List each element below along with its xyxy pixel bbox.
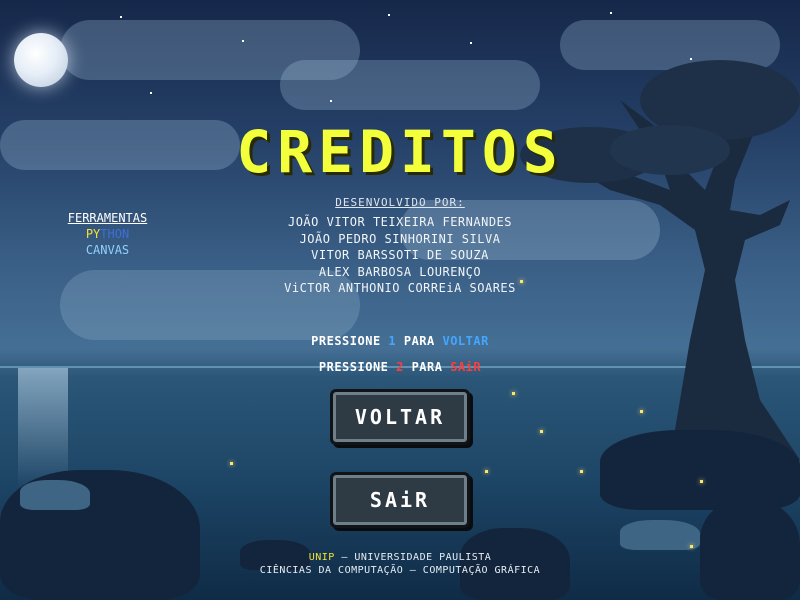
star	[470, 42, 472, 44]
moon-reflection	[18, 368, 68, 488]
star	[388, 14, 390, 16]
python-label-part2: THON	[100, 227, 130, 241]
tools-heading: FERRAMENTAS	[67, 211, 148, 225]
prompt-prefix: PRESSIONE	[311, 334, 389, 348]
star	[610, 12, 612, 14]
back-prompt: PRESSIONE 1 PARA VOLTAR	[0, 334, 800, 348]
developer-name: ALEX BARBOSA LOURENÇO	[318, 264, 482, 279]
star	[242, 40, 244, 42]
prompt-key: 2	[396, 360, 404, 374]
prompt-key: 1	[388, 334, 397, 348]
star	[330, 100, 332, 102]
credits-screen: CREDITOS DESENVOLVIDO POR: JOÃO VITOR TE…	[0, 0, 800, 600]
page-title: CREDITOS	[236, 118, 564, 186]
star	[120, 16, 122, 18]
developers-heading: DESENVOLVIDO POR:	[335, 196, 465, 209]
moon-icon	[14, 33, 68, 87]
firefly	[640, 410, 643, 413]
developer-name: ViCTOR ANTHONIO CORREiA SOARES	[284, 281, 516, 295]
rock	[20, 480, 90, 510]
prompt-middle: PARA	[396, 334, 443, 348]
prompt-middle: PARA	[403, 360, 451, 374]
firefly	[512, 392, 515, 395]
prompt-action: SAiR	[450, 360, 482, 374]
cloud	[280, 60, 540, 110]
firefly	[230, 462, 233, 465]
python-label: PYTHON	[40, 226, 175, 242]
python-label-part1: PY	[85, 227, 101, 241]
back-button[interactable]: VOLTAR	[330, 389, 470, 445]
firefly	[540, 430, 543, 433]
course-label: CIÊNCIAS DA COMPUTAÇÃO – COMPUTAÇÃO GRÁF…	[259, 565, 541, 576]
star	[150, 92, 152, 94]
exit-prompt: PRESSIONE 2 PARA SAiR	[0, 360, 800, 374]
university-label: – UNIVERSIDADE PAULISTA	[334, 552, 492, 563]
footer: UNIP – UNIVERSIDADE PAULISTA CIÊNCIAS DA…	[0, 551, 800, 577]
rock	[600, 430, 800, 510]
firefly	[485, 470, 488, 473]
rock	[620, 520, 700, 550]
tools-section: FERRAMENTAS PYTHON CANVAS	[40, 210, 175, 258]
canvas-label: CANVAS	[85, 243, 130, 257]
footer-line-1: UNIP – UNIVERSIDADE PAULISTA	[0, 551, 800, 564]
rock	[700, 500, 800, 600]
firefly	[690, 545, 693, 548]
prompt-action: VOLTAR	[442, 334, 489, 348]
firefly	[580, 470, 583, 473]
firefly	[700, 480, 703, 483]
prompt-prefix: PRESSIONE	[318, 360, 397, 374]
exit-button[interactable]: SAiR	[330, 472, 470, 528]
unip-label: UNIP	[308, 552, 335, 563]
